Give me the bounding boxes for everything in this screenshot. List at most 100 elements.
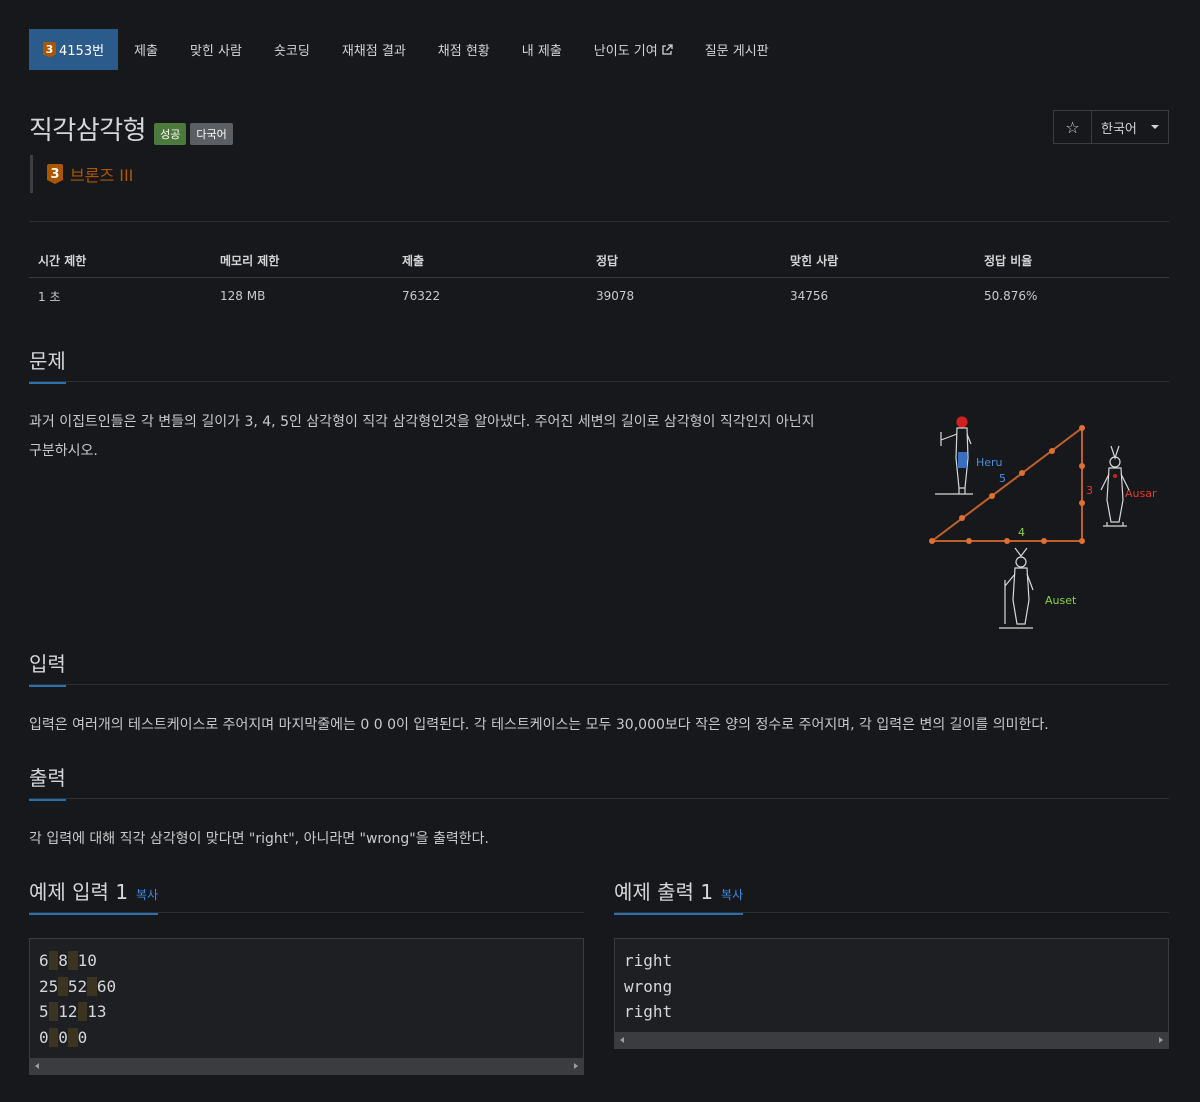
caret-down-icon (1151, 125, 1159, 129)
sample-input-header: 예제 입력 1 복사 (29, 876, 584, 915)
sample-value: 0 (77, 1027, 88, 1047)
input-description: 입력은 여러개의 테스트케이스로 주어지며 마지막줄에는 0 0 0이 입력된다… (29, 717, 1049, 733)
sample-input-heading-wrap: 예제 입력 1 복사 (29, 876, 159, 915)
nav-tab-shortcoding[interactable]: 숏코딩 (258, 29, 326, 70)
sample-line: wrong (624, 976, 673, 996)
scroll-left-icon[interactable] (620, 1037, 624, 1043)
divider (29, 221, 1169, 222)
scroll-left-icon[interactable] (35, 1063, 39, 1069)
sample-value: 6 (39, 951, 49, 970)
ausar-name: Ausar (1125, 487, 1157, 500)
nav-tab-difficulty-label: 난이도 기여 (593, 44, 658, 59)
hypotenuse-label: 5 (999, 472, 1006, 485)
sample-value: 0 (39, 1027, 49, 1047)
scroll-right-icon[interactable] (1159, 1037, 1163, 1043)
output-heading: 출력 (29, 762, 66, 801)
stats-value-cell: 34756 (790, 289, 829, 303)
space-marker (48, 1002, 59, 1021)
sample-input-box[interactable]: 6 8 10 25 52 60 5 12 13 0 0 0 (29, 938, 584, 1075)
section-divider (29, 912, 584, 913)
sample-value: 13 (87, 1002, 107, 1021)
tier-display: 3 브론즈 III (30, 155, 133, 193)
stats-value-cell: 1 초 (38, 289, 61, 304)
copy-output-link[interactable]: 복사 (721, 888, 743, 902)
section-divider (29, 381, 1169, 382)
space-marker (77, 1002, 88, 1021)
nav-tab-my-submissions[interactable]: 내 제출 (506, 29, 578, 70)
sample-value: 60 (96, 976, 117, 996)
problem-text-line: 구분하시오. (29, 443, 98, 459)
stats-header-row: 시간 제한 메모리 제한 제출 정답 맞힌 사람 정답 비율 (29, 243, 1169, 278)
problem-section-header: 문제 (29, 345, 1169, 384)
page-title: 직각삼각형 (29, 116, 147, 146)
bronze-tier-icon: 3 (43, 41, 56, 58)
egyptian-triangle-figure: 5 3 4 Heru Ausar Auset (929, 416, 1157, 629)
problem-nav: 3 4153번 제출 맞힌 사람 숏코딩 재채점 결과 채점 현황 내 제출 난… (29, 29, 785, 70)
stats-value-cell: 76322 (402, 289, 441, 303)
space-marker (67, 951, 78, 970)
tier-label: 브론즈 III (70, 166, 134, 185)
sample-value: 10 (77, 951, 97, 970)
stats-value-cell: 128 MB (220, 289, 266, 303)
auset-name: Auset (1045, 594, 1077, 607)
sample-line: 0 0 0 (39, 1025, 574, 1051)
stats-header-cell: 맞힌 사람 (790, 253, 839, 268)
problem-description: 과거 이집트인들은 각 변들의 길이가 3, 4, 5인 삼각형이 직각 삼각형… (29, 408, 909, 466)
stats-header-cell: 정답 비율 (984, 253, 1033, 268)
nav-tab-problem-label: 4153번 (59, 44, 105, 59)
space-marker (48, 951, 59, 970)
sample-output-heading-wrap: 예제 출력 1 복사 (614, 876, 744, 915)
star-button[interactable]: ☆ (1054, 111, 1092, 143)
star-icon: ☆ (1065, 117, 1080, 137)
nav-tab-difficulty[interactable]: 난이도 기여 (578, 29, 689, 70)
star-language-group: ☆ 한국어 (1053, 110, 1169, 144)
stats-header-cell: 시간 제한 (38, 253, 87, 268)
heru-figure (935, 416, 973, 495)
problem-heading: 문제 (29, 345, 66, 384)
sample-value: 25 (39, 976, 59, 996)
sample-value: 52 (67, 976, 88, 996)
sample-value: 5 (39, 1002, 49, 1021)
language-dropdown[interactable]: 한국어 (1092, 111, 1168, 143)
space-marker (58, 976, 68, 996)
sample-value: 8 (58, 951, 68, 970)
sample-input-heading: 예제 입력 1 (29, 880, 129, 904)
sample-value: 0 (58, 1027, 68, 1047)
nav-tab-submit[interactable]: 제출 (118, 29, 174, 70)
sample-line: 5 12 13 (39, 999, 574, 1025)
stats-value-row: 1 초 128 MB 76322 39078 34756 50.876% (29, 278, 1169, 314)
output-section-header: 출력 (29, 762, 1169, 801)
bronze-tier-icon: 3 (47, 164, 63, 184)
input-heading: 입력 (29, 648, 66, 687)
sample-line: 6 8 10 (39, 948, 574, 974)
stats-value-cell: 50.876% (984, 289, 1038, 303)
nav-tab-solvers[interactable]: 맞힌 사람 (174, 29, 258, 70)
sample-output-box[interactable]: right wrong right (614, 938, 1169, 1049)
sample-line: right (624, 951, 673, 970)
sample-line: 25 52 60 (39, 974, 574, 1000)
sample-output-heading: 예제 출력 1 (614, 880, 714, 904)
sample-line: right (624, 1002, 673, 1021)
horizontal-scrollbar[interactable] (30, 1058, 583, 1074)
section-divider (29, 798, 1169, 799)
heru-name: Heru (976, 456, 1003, 469)
sample-input-pre: 6 8 10 25 52 60 5 12 13 0 0 0 (30, 939, 583, 1050)
nav-tab-rejudge[interactable]: 재채점 결과 (326, 29, 422, 70)
multilang-badge: 다국어 (190, 122, 233, 145)
space-marker (48, 1027, 59, 1047)
nav-tab-questions[interactable]: 질문 게시판 (689, 29, 785, 70)
nav-tab-status[interactable]: 채점 현황 (422, 29, 506, 70)
scroll-right-icon[interactable] (574, 1063, 578, 1069)
copy-input-link[interactable]: 복사 (136, 888, 158, 902)
base-side-label: 4 (1018, 526, 1025, 539)
success-badge: 성공 (154, 122, 187, 145)
external-link-icon (662, 43, 673, 55)
sample-output-header: 예제 출력 1 복사 (614, 876, 1169, 915)
horizontal-scrollbar[interactable] (615, 1032, 1168, 1048)
sample-value: 12 (58, 1002, 78, 1021)
space-marker (87, 976, 97, 996)
right-triangle (929, 425, 1085, 544)
nav-tab-problem[interactable]: 3 4153번 (29, 29, 119, 70)
stats-value-cell: 39078 (596, 289, 635, 303)
stats-header-cell: 제출 (402, 253, 425, 268)
